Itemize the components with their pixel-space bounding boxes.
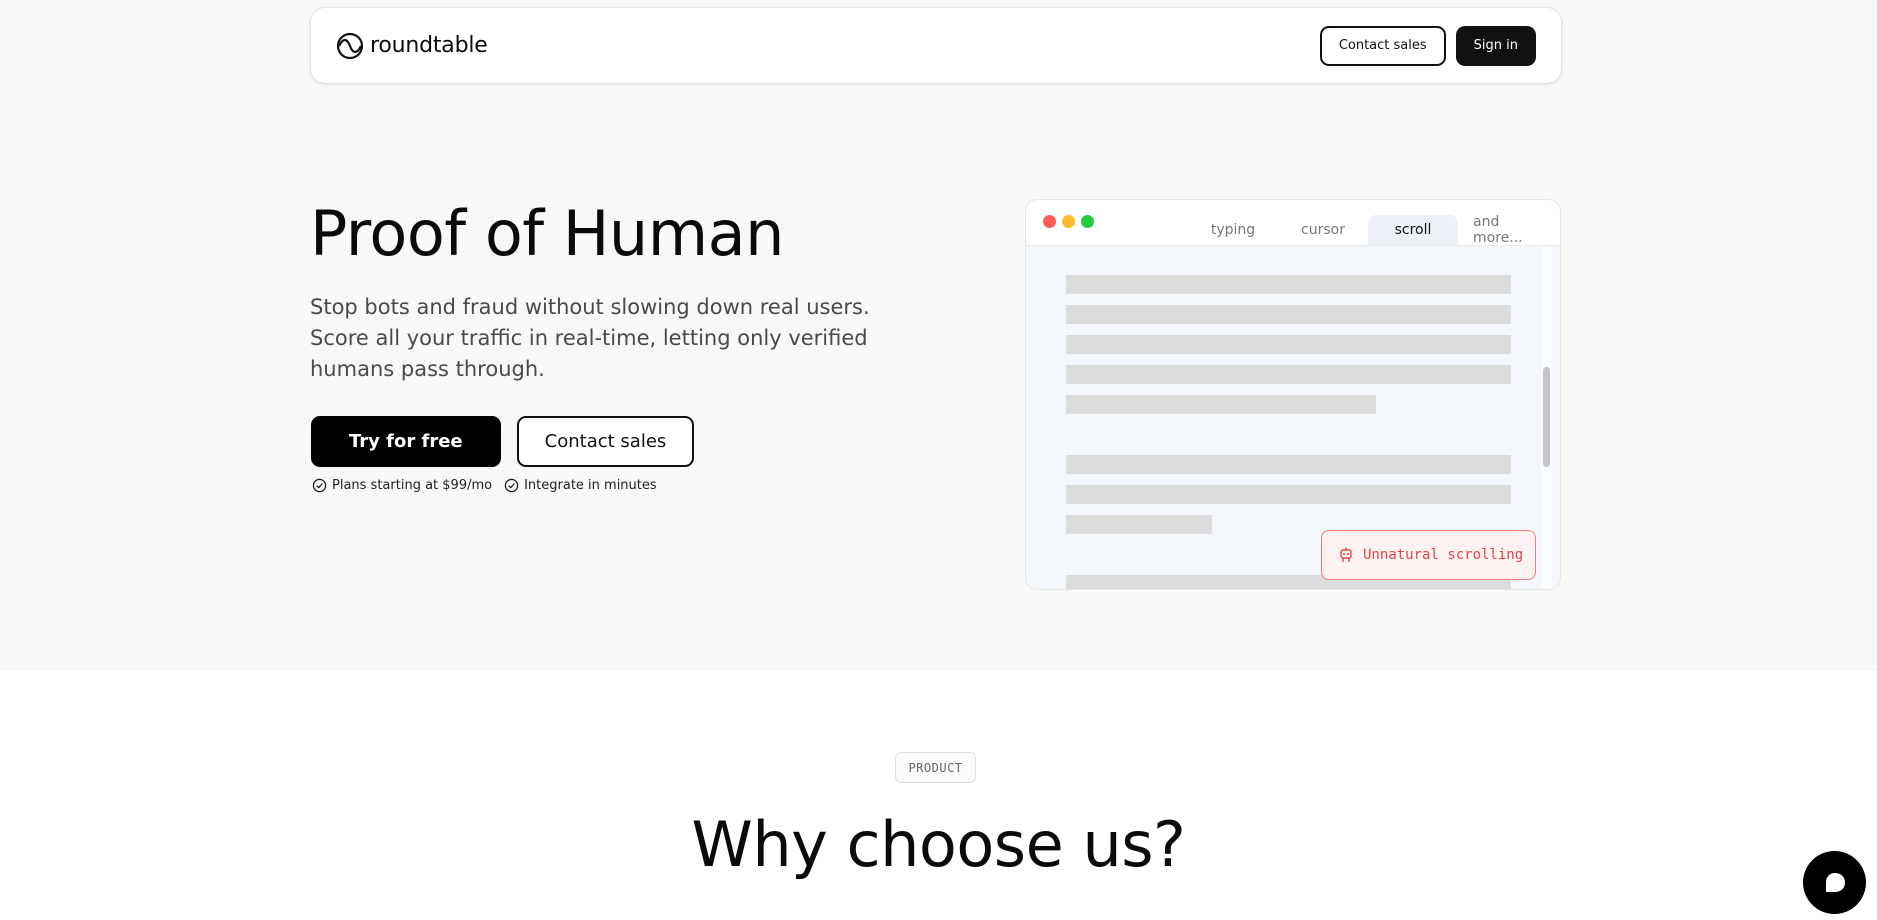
product-section: PRODUCT Why choose us? <box>0 671 1877 920</box>
chat-bubble-icon <box>1825 872 1845 892</box>
nav-actions: Contact sales Sign in <box>1319 25 1536 66</box>
skeleton-line <box>1066 515 1212 534</box>
tab-and-more[interactable]: and more... <box>1458 214 1560 246</box>
demo-content: Unnatural scrolling <box>1026 246 1560 589</box>
skeleton-line <box>1066 305 1511 324</box>
skeleton-line <box>1066 455 1511 474</box>
hero-actions: Try for free Contact sales <box>311 416 695 467</box>
tab-typing[interactable]: typing <box>1188 215 1278 245</box>
hero-perks: Plans starting at $99/mo Integrate in mi… <box>312 478 657 493</box>
try-for-free-button[interactable]: Try for free <box>311 416 501 467</box>
section-badge: PRODUCT <box>895 752 976 783</box>
robot-icon <box>1340 547 1352 562</box>
check-circle-icon <box>504 478 519 493</box>
demo-tabs: typing cursor scroll and more... <box>1188 214 1560 246</box>
chat-launcher-button[interactable] <box>1803 851 1866 914</box>
section-title: Why choose us? <box>691 808 1186 881</box>
demo-window-titlebar: typing cursor scroll and more... <box>1026 200 1560 246</box>
roundtable-logo-icon <box>336 32 364 59</box>
minimize-dot-icon <box>1062 215 1075 228</box>
skeleton-line <box>1066 395 1376 414</box>
skeleton-line <box>1066 365 1511 384</box>
top-navbar: roundtable Contact sales Sign in <box>311 8 1561 83</box>
skeleton-line <box>1066 335 1511 354</box>
nav-contact-sales-button[interactable]: Contact sales <box>1319 25 1446 66</box>
demo-window: typing cursor scroll and more... Unnatur… <box>1025 199 1561 590</box>
skeleton-line <box>1066 485 1511 504</box>
brand-logo[interactable]: roundtable <box>336 32 488 60</box>
alert-label: Unnatural scrolling <box>1363 547 1524 563</box>
window-controls <box>1043 215 1094 228</box>
hero-subtitle: Stop bots and fraud without slowing down… <box>310 295 870 381</box>
perk-item: Plans starting at $99/mo <box>312 478 492 493</box>
perk-label: Integrate in minutes <box>524 478 657 493</box>
brand-name: roundtable <box>370 33 488 58</box>
perk-item: Integrate in minutes <box>504 478 657 493</box>
skeleton-line <box>1066 275 1511 294</box>
sign-in-button[interactable]: Sign in <box>1455 25 1536 66</box>
maximize-dot-icon <box>1081 215 1094 228</box>
check-circle-icon <box>312 478 327 493</box>
hero-title: Proof of Human <box>310 197 784 270</box>
tab-cursor[interactable]: cursor <box>1278 215 1368 245</box>
tab-scroll[interactable]: scroll <box>1368 215 1458 245</box>
close-dot-icon <box>1043 215 1056 228</box>
scrollbar-thumb[interactable] <box>1543 367 1550 467</box>
hero-contact-sales-button[interactable]: Contact sales <box>516 416 695 467</box>
unnatural-scrolling-alert: Unnatural scrolling <box>1321 530 1536 580</box>
perk-label: Plans starting at $99/mo <box>332 478 493 493</box>
